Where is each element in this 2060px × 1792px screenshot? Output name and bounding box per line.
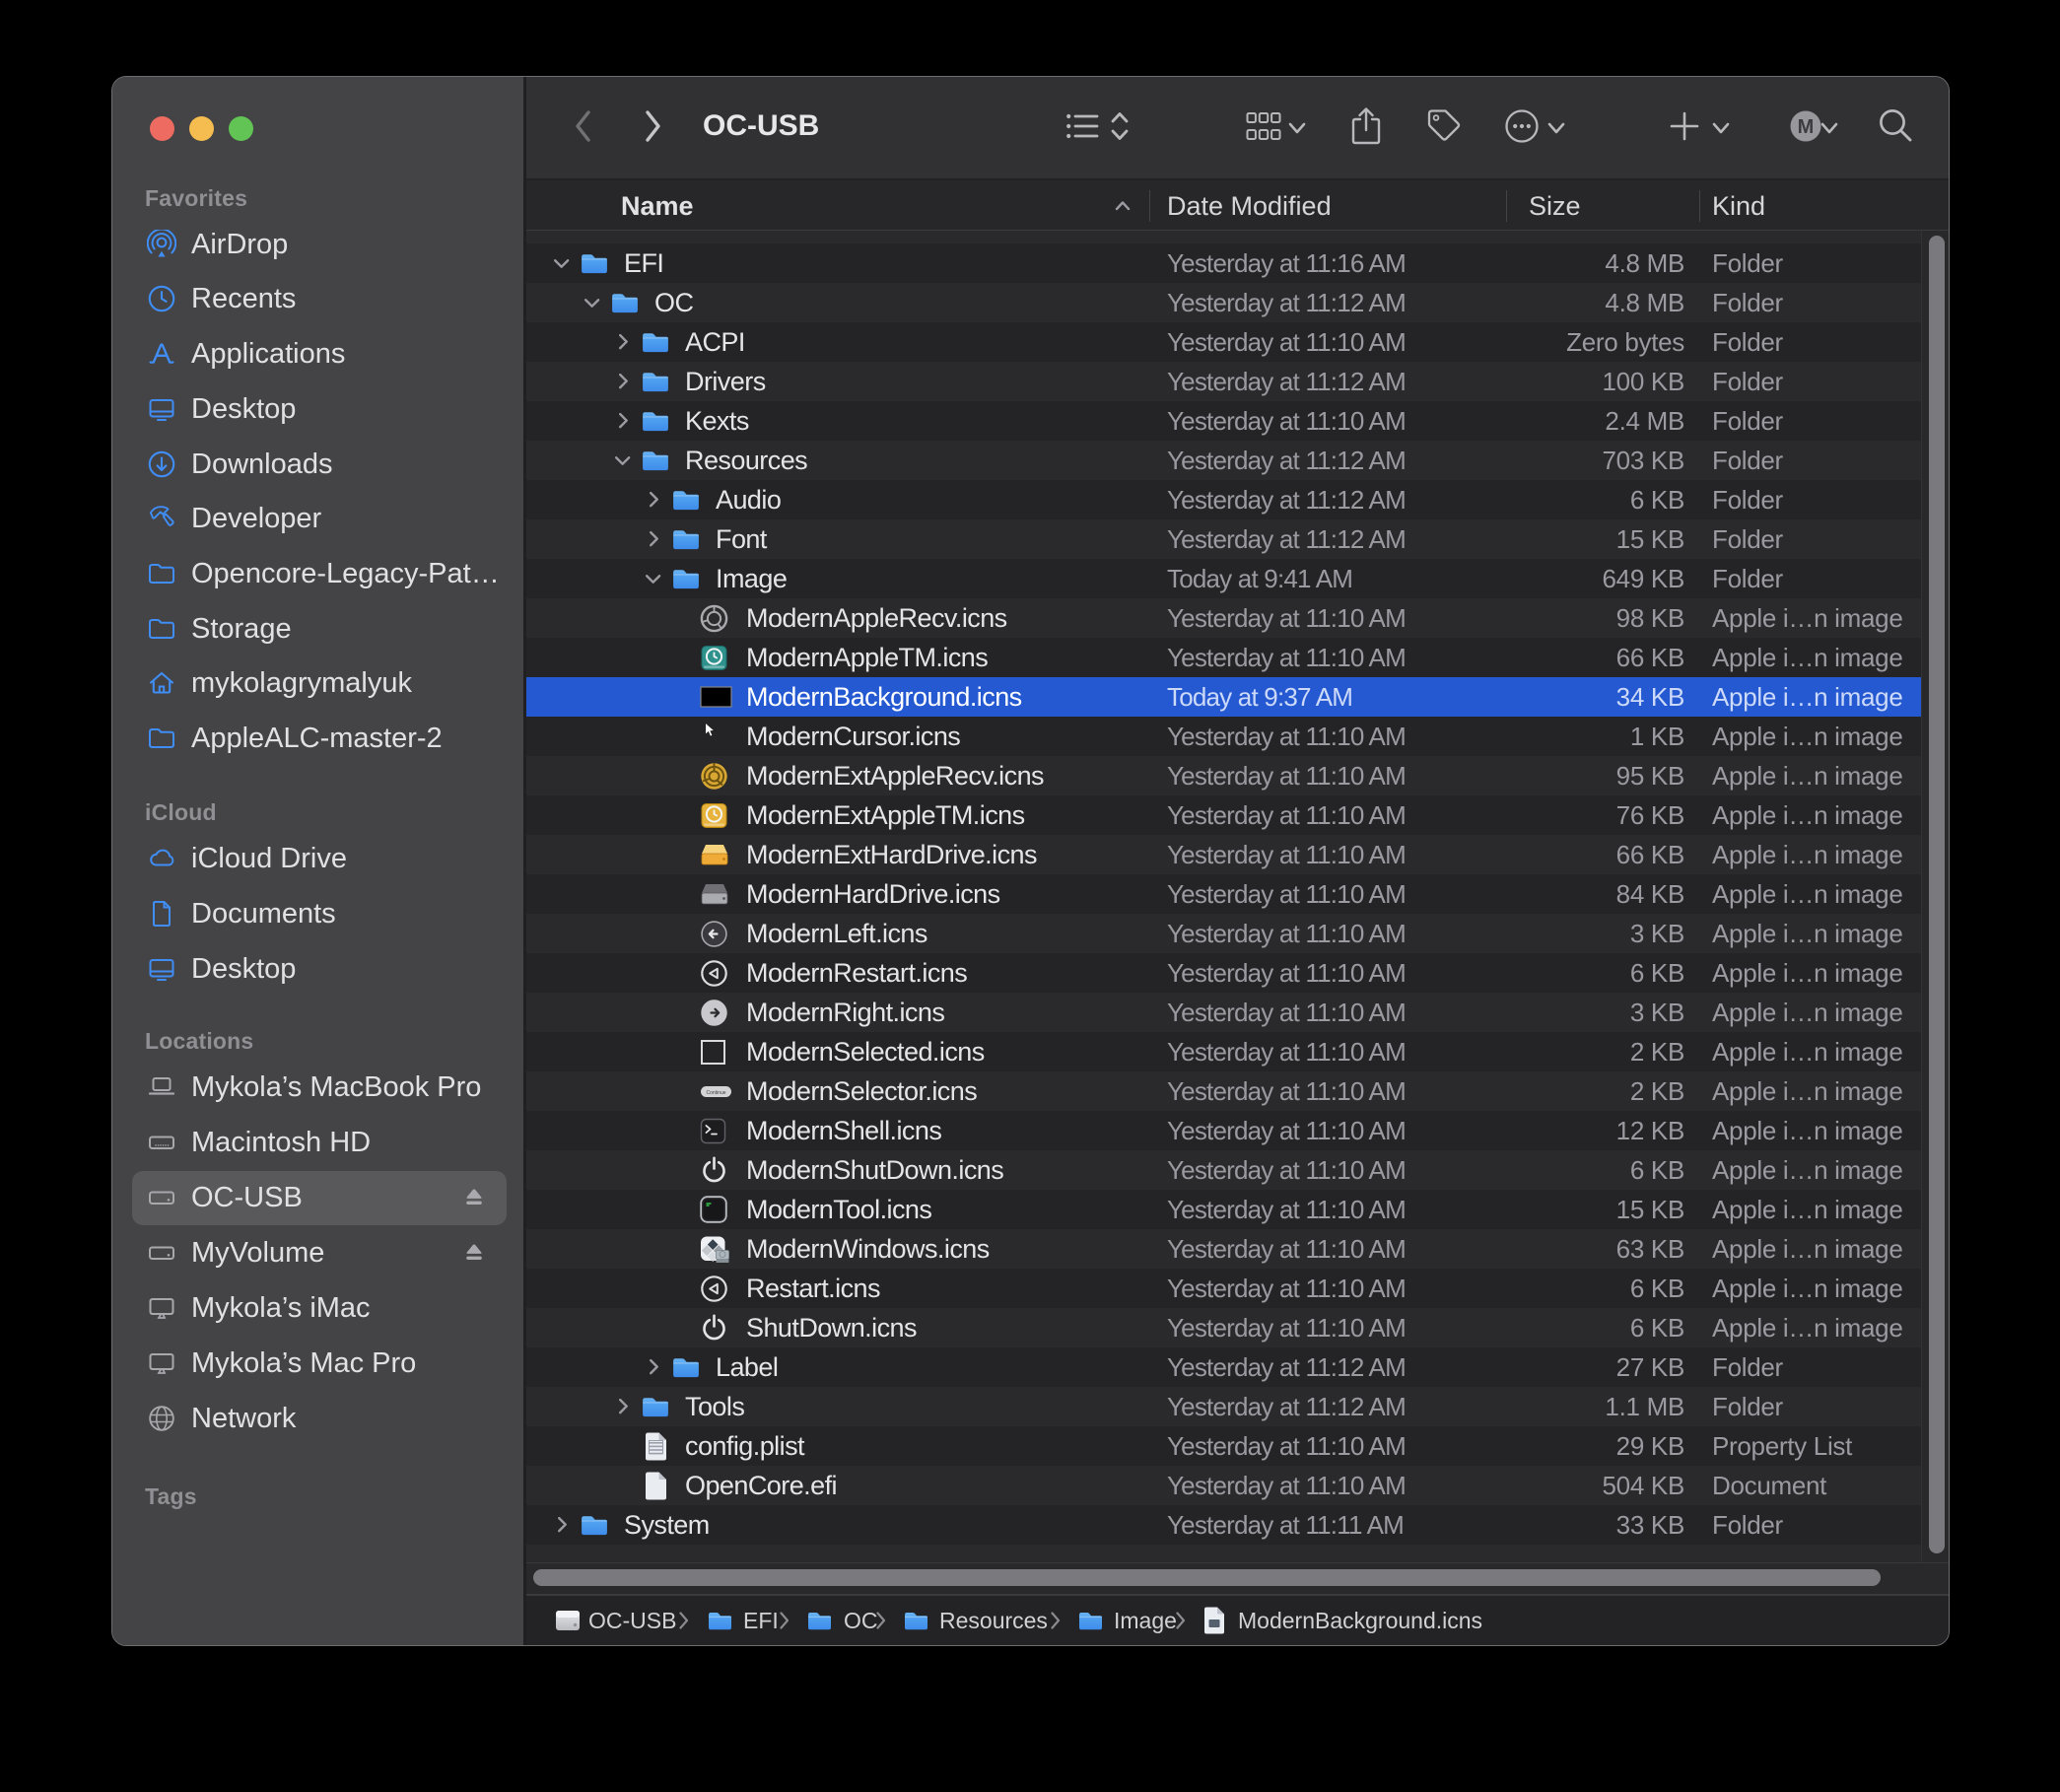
svg-text:Continue: Continue bbox=[706, 1090, 725, 1096]
svg-text:M: M bbox=[1798, 116, 1815, 138]
